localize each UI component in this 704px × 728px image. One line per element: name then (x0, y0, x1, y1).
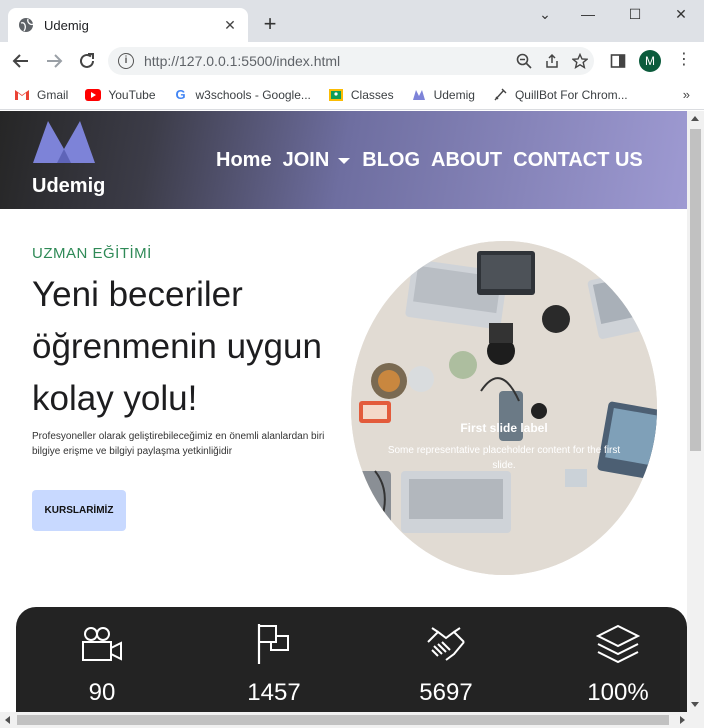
bookmark-youtube[interactable]: YouTube (85, 87, 156, 102)
video-camera-icon (42, 623, 162, 665)
share-icon[interactable] (538, 47, 566, 75)
courses-button[interactable]: KURSLARİMİZ (32, 490, 126, 531)
menu-icon[interactable]: ⋮ (676, 50, 692, 70)
site-info-icon[interactable]: i (118, 53, 134, 69)
more-bookmarks-button[interactable]: » (683, 87, 690, 102)
new-tab-button[interactable]: + (258, 12, 282, 36)
layers-icon (558, 623, 678, 665)
dropdown-caret-icon[interactable] (338, 157, 351, 164)
bookmark-w3schools[interactable]: G w3schools - Google... (173, 87, 311, 102)
chevron-down-icon[interactable]: ⌄ (530, 6, 560, 23)
url-text: http://127.0.0.1:5500/index.html (144, 53, 341, 69)
forward-button[interactable] (43, 50, 65, 72)
reload-button[interactable] (76, 50, 98, 72)
close-window-button[interactable]: ✕ (666, 6, 696, 23)
nav-join[interactable]: JOIN (283, 149, 330, 172)
workspace-photo (351, 241, 657, 575)
zoom-icon[interactable] (510, 47, 538, 75)
udemig-logo-icon[interactable] (33, 121, 95, 165)
minimize-button[interactable]: — (573, 6, 603, 22)
carousel-caption: First slide label Some representative pl… (387, 421, 621, 473)
hero-description: Profesyoneller olarak geliştirebileceğim… (32, 431, 325, 457)
scroll-left-icon[interactable] (5, 716, 10, 724)
main-nav: Home JOIN BLOG ABOUT CONTACT US (216, 149, 654, 172)
arrow-left-icon (12, 54, 28, 68)
browser-tab[interactable]: Udemig ✕ (8, 8, 248, 42)
nav-blog[interactable]: BLOG (362, 149, 420, 172)
bookmarks-bar: Gmail YouTube G w3schools - Google... Cl… (0, 80, 704, 110)
bookmark-label: Classes (350, 87, 394, 102)
maximize-button[interactable]: ☐ (620, 6, 650, 23)
flag-icon (214, 623, 334, 665)
carousel-caption-text: Some representative placeholder content … (387, 445, 621, 471)
stat-value: 100% (587, 679, 649, 706)
bookmark-star-icon[interactable] (566, 47, 594, 75)
browser-titlebar: Udemig ✕ + ⌄ — ☐ ✕ (0, 0, 704, 42)
stat-item: 5697 (386, 623, 506, 707)
page-viewport: Udemig Home JOIN BLOG ABOUT CONTACT US U… (0, 111, 687, 712)
quillbot-icon (492, 88, 508, 102)
site-header: Udemig Home JOIN BLOG ABOUT CONTACT US (0, 111, 687, 209)
stat-item: 100% (558, 623, 678, 707)
bookmark-classes[interactable]: Classes (328, 88, 394, 102)
side-panel-icon[interactable] (607, 50, 629, 72)
handshake-icon (386, 623, 506, 665)
hero-title: Yeni beceriler öğrenmenin uygun kolay yo… (32, 275, 322, 418)
back-button[interactable] (10, 50, 32, 72)
globe-icon (19, 18, 34, 32)
bookmark-quillbot[interactable]: QuillBot For Chrom... (492, 88, 628, 102)
scroll-right-icon[interactable] (680, 716, 685, 724)
classes-icon (328, 88, 344, 102)
scroll-down-icon[interactable] (691, 702, 699, 707)
bookmark-label: QuillBot For Chrom... (514, 87, 628, 102)
carousel-caption-title: First slide label (460, 421, 548, 435)
google-icon: G (175, 87, 186, 102)
udemig-icon (411, 88, 427, 102)
scroll-thumb[interactable] (690, 129, 701, 451)
bookmark-label: Gmail (37, 87, 69, 102)
gmail-icon (14, 88, 30, 102)
arrow-right-icon (47, 54, 63, 68)
nav-contact[interactable]: CONTACT US (513, 149, 643, 172)
hero-carousel[interactable]: First slide label Some representative pl… (351, 241, 657, 575)
profile-avatar[interactable]: M (639, 50, 661, 72)
scroll-up-icon[interactable] (691, 116, 699, 121)
stat-item: 90 (42, 623, 162, 707)
stat-value: 5697 (419, 679, 473, 706)
horizontal-scrollbar[interactable] (0, 712, 704, 728)
stat-item: 1457 (214, 623, 334, 707)
hero-eyebrow: UZMAN EĞİTİMİ (32, 245, 152, 262)
bookmark-gmail[interactable]: Gmail (14, 88, 68, 102)
bookmark-label: Udemig (433, 87, 475, 102)
vertical-scrollbar[interactable] (687, 111, 704, 712)
nav-about[interactable]: ABOUT (431, 149, 502, 172)
bookmark-label: YouTube (108, 87, 156, 102)
browser-toolbar: i http://127.0.0.1:5500/index.html M ⋮ (0, 42, 704, 80)
stats-section: 90 1457 5697 100% (16, 607, 687, 712)
scroll-thumb[interactable] (17, 715, 669, 725)
close-tab-icon[interactable]: ✕ (222, 17, 238, 34)
stat-value: 1457 (247, 679, 301, 706)
youtube-icon (85, 88, 102, 102)
bookmark-udemig[interactable]: Udemig (411, 88, 475, 102)
address-bar[interactable]: i http://127.0.0.1:5500/index.html (108, 47, 594, 75)
tab-title: Udemig (44, 17, 89, 33)
reload-icon (80, 53, 94, 68)
bookmark-label: w3schools - Google... (195, 87, 311, 102)
nav-home[interactable]: Home (216, 149, 272, 172)
stat-value: 90 (88, 679, 116, 706)
logo-text[interactable]: Udemig (32, 175, 105, 198)
